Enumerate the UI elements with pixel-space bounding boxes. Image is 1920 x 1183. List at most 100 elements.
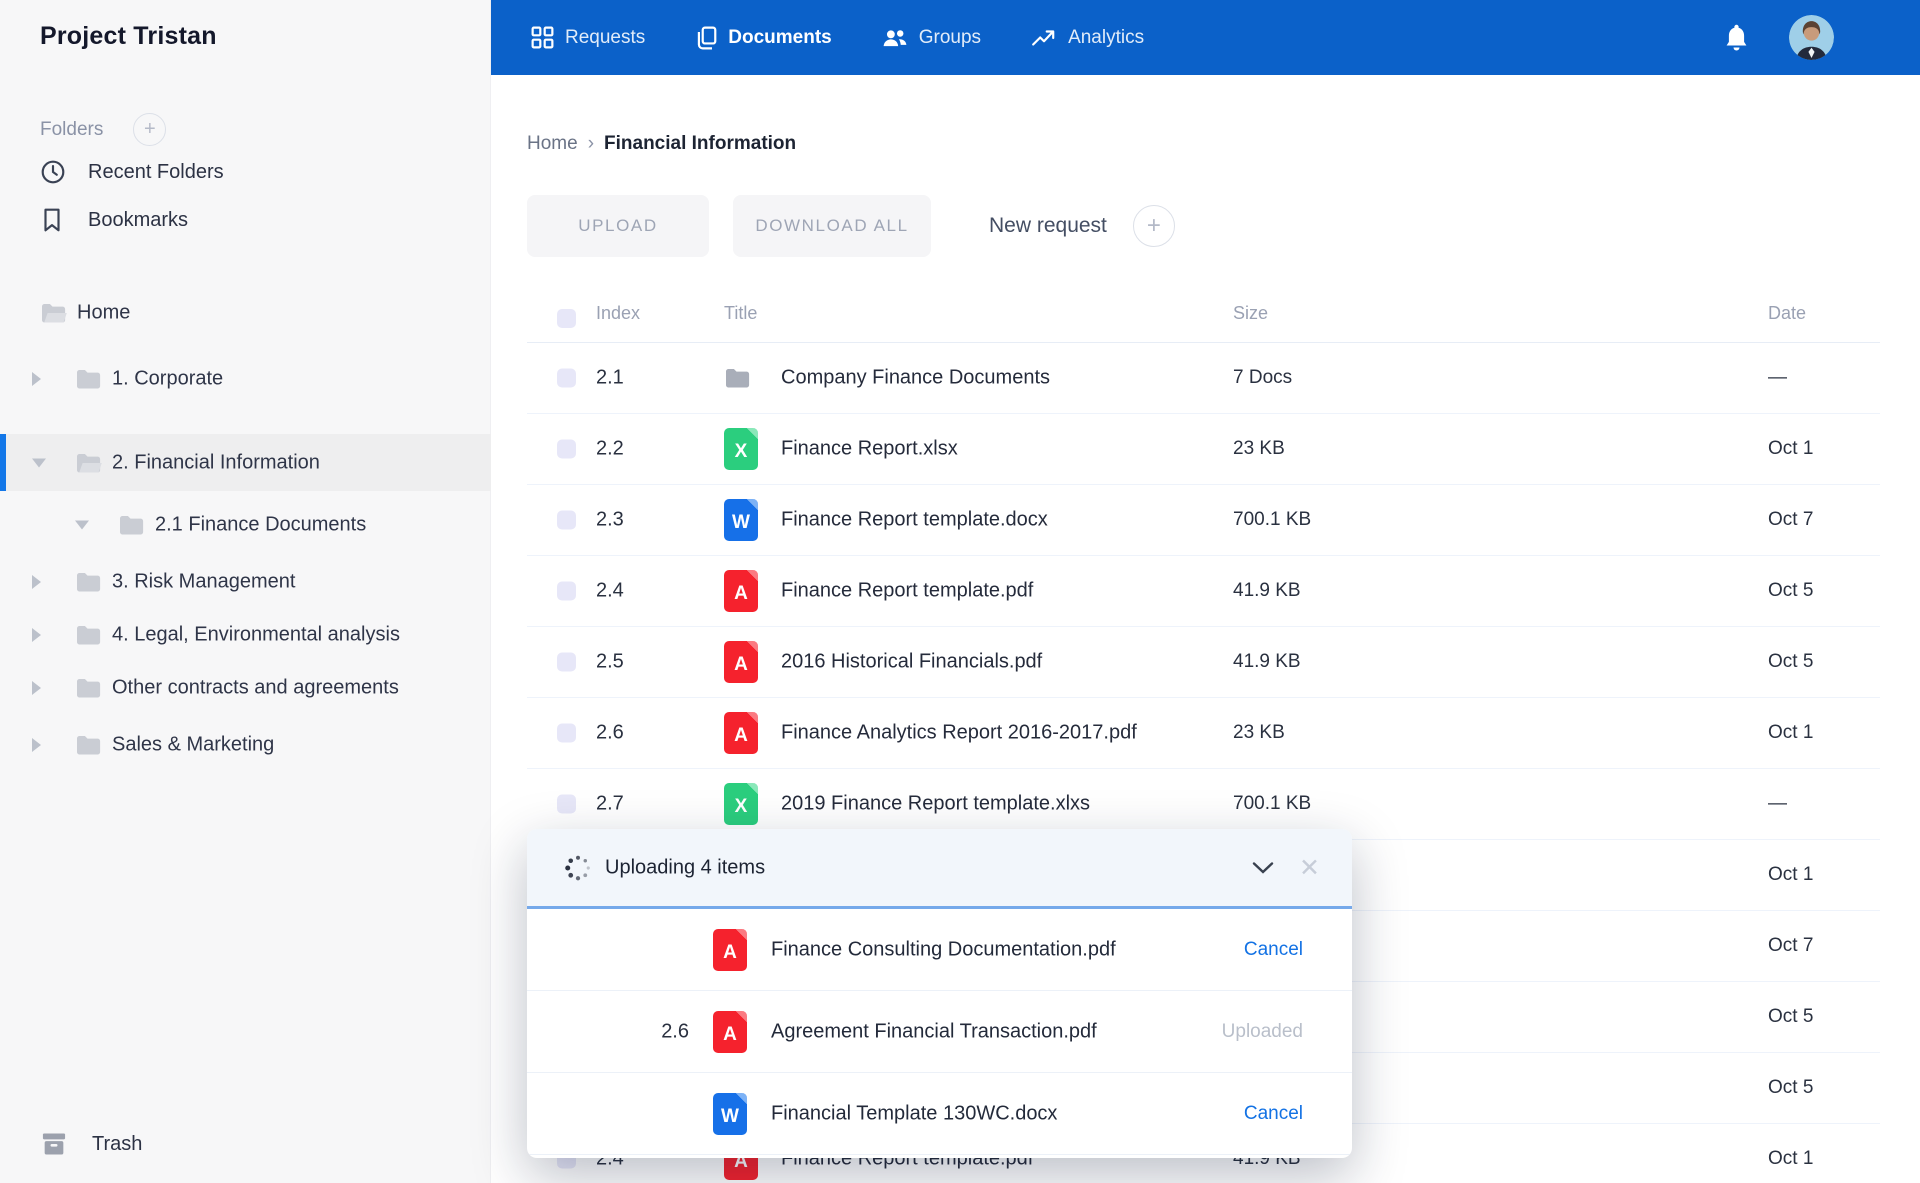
table-row[interactable]: 2.2 X Finance Report.xlsx 23 KB Oct 1 (527, 414, 1880, 485)
row-checkbox[interactable] (557, 724, 576, 743)
nav-item-documents[interactable]: Documents (695, 26, 831, 50)
file-type-icon: W (724, 499, 758, 541)
row-title: Finance Report template.docx (781, 509, 1048, 532)
row-checkbox[interactable] (557, 582, 576, 601)
upload-file-name: Finance Consulting Documentation.pdf (771, 938, 1116, 961)
folder-icon (724, 366, 752, 390)
folders-label: Folders (40, 119, 103, 141)
folder-open-icon (75, 451, 103, 475)
tree-item-label: Home (77, 301, 130, 324)
new-request-label: New request (989, 214, 1107, 238)
new-request-button[interactable]: New request + (989, 205, 1175, 247)
cancel-upload-button[interactable]: Cancel (1244, 939, 1303, 961)
select-all-checkbox[interactable] (557, 309, 576, 328)
row-date: Oct 7 (1768, 935, 1813, 957)
caret-right-icon[interactable] (32, 738, 41, 752)
row-index: 2.6 (596, 722, 624, 745)
row-checkbox[interactable] (557, 795, 576, 814)
pdf-file-icon: A (713, 929, 747, 971)
docx-file-icon: W (724, 499, 758, 541)
clock-icon (40, 159, 66, 185)
nav-item-label: Requests (565, 27, 645, 49)
row-index: 2.7 (596, 793, 624, 816)
caret-down-icon[interactable] (75, 520, 89, 529)
row-checkbox[interactable] (557, 653, 576, 672)
upload-file-name: Financial Template 130WC.docx (771, 1102, 1057, 1125)
pdf-file-icon: A (724, 712, 758, 754)
row-date: — (1768, 793, 1787, 815)
column-header-size: Size (1233, 303, 1268, 324)
breadcrumb-current: Financial Information (604, 133, 796, 155)
row-date: Oct 1 (1768, 864, 1813, 886)
plus-icon: + (1133, 205, 1175, 247)
row-size: 23 KB (1233, 722, 1285, 744)
caret-right-icon[interactable] (32, 681, 41, 695)
nav-item-requests[interactable]: Requests (531, 26, 645, 49)
sidebar-item-recent-folders[interactable]: Recent Folders (40, 150, 224, 194)
chevron-down-icon[interactable] (1252, 861, 1274, 875)
upload-panel-header: Uploading 4 items ✕ (527, 829, 1352, 909)
top-navigation: Requests Documents Groups (531, 26, 1144, 50)
trash-icon (40, 1131, 68, 1157)
file-type-icon: X (724, 428, 758, 470)
row-date: — (1768, 367, 1787, 389)
project-title: Project Tristan (40, 22, 217, 51)
row-title: Finance Report template.pdf (781, 580, 1033, 603)
nav-item-groups[interactable]: Groups (882, 27, 981, 49)
caret-right-icon[interactable] (32, 575, 41, 589)
table-row[interactable]: 2.4 A Finance Report template.pdf 41.9 K… (527, 556, 1880, 627)
row-checkbox[interactable] (557, 511, 576, 530)
upload-item: W Financial Template 130WC.docx Cancel (527, 1073, 1352, 1155)
tree-item-3-risk-management[interactable]: 3. Risk Management (0, 553, 491, 610)
table-row[interactable]: 2.3 W Finance Report template.docx 700.1… (527, 485, 1880, 556)
cancel-upload-button[interactable]: Cancel (1244, 1103, 1303, 1125)
tree-item-2-1-finance-documents[interactable]: 2.1 Finance Documents (0, 496, 491, 553)
table-row[interactable]: 2.6 A Finance Analytics Report 2016-2017… (527, 698, 1880, 769)
sidebar-item-bookmarks[interactable]: Bookmarks (40, 198, 188, 242)
row-date: Oct 5 (1768, 651, 1813, 673)
tree-item-label: 2. Financial Information (112, 451, 320, 474)
file-type-icon: A (724, 570, 758, 612)
row-checkbox[interactable] (557, 440, 576, 459)
upload-item: 2.6 A Agreement Financial Transaction.pd… (527, 991, 1352, 1073)
tree-item-home[interactable]: Home (0, 284, 491, 341)
people-icon (882, 28, 908, 48)
notifications-bell-icon[interactable] (1723, 23, 1750, 52)
tree-item-label: Other contracts and agreements (112, 676, 399, 699)
row-index: 2.4 (596, 580, 624, 603)
table-row[interactable]: 2.1 Company Finance Documents 7 Docs — (527, 343, 1880, 414)
row-title: Company Finance Documents (781, 367, 1050, 390)
folder-icon (75, 733, 103, 757)
nav-item-label: Documents (728, 27, 831, 49)
table-row[interactable]: 2.5 A 2016 Historical Financials.pdf 41.… (527, 627, 1880, 698)
row-checkbox[interactable] (557, 369, 576, 388)
grid-icon (531, 26, 554, 49)
user-avatar[interactable] (1789, 15, 1834, 60)
sidebar-item-label: Bookmarks (88, 209, 188, 232)
sidebar-item-trash[interactable]: Trash (40, 1131, 142, 1157)
tree-item-1-corporate[interactable]: 1. Corporate (0, 350, 491, 407)
folder-open-icon (40, 301, 68, 325)
row-title: Finance Analytics Report 2016-2017.pdf (781, 722, 1137, 745)
breadcrumb-separator: › (588, 133, 594, 155)
download-all-button[interactable]: DOWNLOAD ALL (733, 195, 931, 257)
nav-item-analytics[interactable]: Analytics (1031, 27, 1144, 49)
close-icon[interactable]: ✕ (1299, 853, 1320, 883)
caret-down-icon[interactable] (32, 458, 46, 467)
row-date: Oct 1 (1768, 1148, 1813, 1170)
upload-item-index: 2.6 (661, 1020, 689, 1042)
upload-button[interactable]: UPLOAD (527, 195, 709, 257)
breadcrumb-home[interactable]: Home (527, 133, 578, 155)
caret-right-icon[interactable] (32, 372, 41, 386)
app: Project Tristan Folders + Recent Folders… (0, 0, 1920, 1183)
tree-item-2-financial-information[interactable]: 2. Financial Information (0, 434, 491, 491)
tree-item-other-contracts-and-agreements[interactable]: Other contracts and agreements (0, 659, 491, 716)
add-folder-icon[interactable]: + (133, 113, 166, 146)
tree-item-sales-marketing[interactable]: Sales & Marketing (0, 716, 491, 773)
caret-right-icon[interactable] (32, 628, 41, 642)
bookmark-icon (40, 207, 66, 233)
tree-item-label: Sales & Marketing (112, 733, 274, 756)
row-size: 7 Docs (1233, 367, 1292, 389)
column-header-index: Index (596, 303, 640, 324)
tree-item-4-legal-environmental-analysis[interactable]: 4. Legal, Environmental analysis (0, 606, 491, 663)
